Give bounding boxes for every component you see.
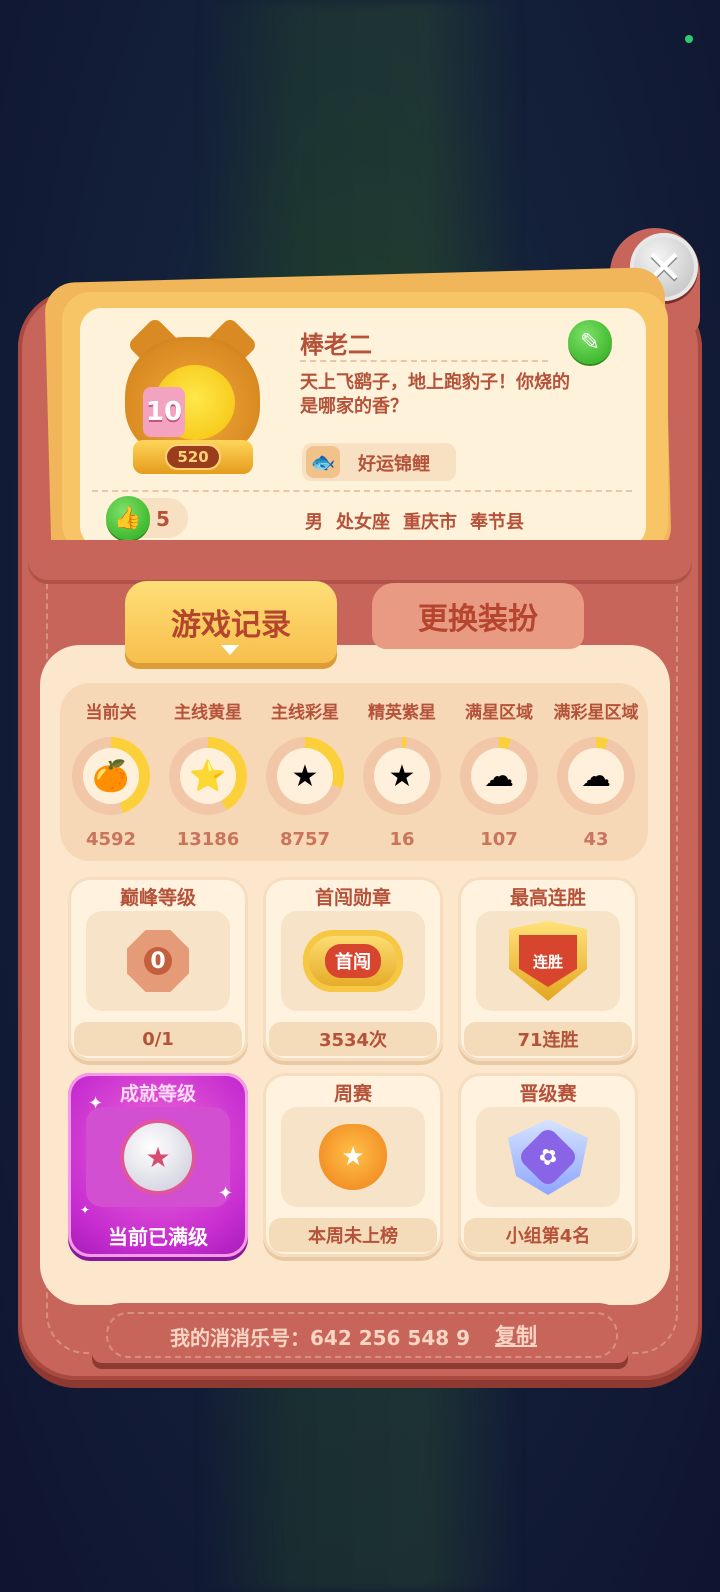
title-badge[interactable]: 🐟 好运锦鲤 [302, 443, 456, 481]
sparkle-icon: ✦ [218, 1183, 234, 1204]
purple-star-icon: ★ [374, 748, 430, 804]
pencil-icon: ✎ [579, 328, 601, 356]
achievement-title: 巅峰等级 [119, 887, 196, 909]
achievement-title: 晋级赛 [519, 1083, 577, 1105]
rainbow-star-icon: ★ [277, 748, 333, 804]
stat-item: 当前关 🍊 4592 [63, 698, 159, 850]
achievement-weekly[interactable]: 周赛 ★ 本周未上榜 [263, 1073, 443, 1257]
stat-value: 8757 [279, 829, 331, 850]
achievement-value: 0/1 [74, 1022, 242, 1056]
title-badge-label: 好运锦鲤 [358, 454, 430, 475]
gender: 男 [305, 512, 323, 533]
stat-label: 满星区域 [465, 703, 533, 723]
achievement-peak-level[interactable]: 巅峰等级 0 0/1 [68, 877, 248, 1061]
achievement-medal-icon: ★ [124, 1123, 192, 1191]
peak-level-number: 0 [144, 947, 172, 975]
pocket-edge [28, 540, 692, 580]
yellow-star-icon: ⭐ [180, 748, 236, 804]
achievement-value: 本周未上榜 [269, 1218, 437, 1252]
achievement-value: 当前已满级 [108, 1224, 208, 1249]
tab-change-outfit-label: 更换装扮 [418, 602, 538, 637]
avatar[interactable]: 10 520 [125, 316, 260, 475]
tab-game-record[interactable]: 游戏记录 [125, 581, 337, 663]
stat-label: 当前关 [85, 703, 137, 723]
stat-item: 精英紫星 ★ 16 [354, 698, 450, 850]
achievement-icon-box: ✿ [476, 1107, 620, 1207]
stat-value: 107 [480, 829, 518, 850]
nickname: 棒老二 [300, 331, 372, 359]
avatar-frame-badge: 520 [165, 444, 221, 470]
like-count: 5 [156, 507, 170, 531]
stat-value: 13186 [176, 829, 240, 850]
stat-progress-ring: ★ [363, 737, 441, 815]
sparkle-icon: ✦ [80, 1203, 91, 1217]
tab-arrow-icon [221, 645, 239, 655]
avatar-cake: 10 [143, 387, 185, 437]
win-streak-shield-icon: 连胜 [509, 921, 587, 1001]
achievement-value: 71连胜 [464, 1022, 632, 1056]
achievement-level[interactable]: 成就等级 ★ ✦ ✦ ✦ 当前已满级 [68, 1073, 248, 1257]
stat-progress-ring: ☁ [557, 737, 635, 815]
stat-value: 4592 [85, 829, 137, 850]
stat-value: 16 [389, 829, 415, 850]
achievement-icon-box: ★ [281, 1107, 425, 1207]
stat-item: 满彩星区域 ☁ 43 [548, 698, 644, 850]
county: 奉节县 [470, 512, 524, 533]
signature: 天上飞鹞子，地上跑豹子！你烧的是哪家的香？ [300, 372, 570, 417]
city: 重庆市 [403, 512, 457, 533]
achievement-title: 首闯勋章 [314, 887, 391, 909]
tab-game-record-label: 游戏记录 [171, 608, 291, 643]
nickname-divider [300, 360, 548, 362]
achievement-icon-box: 首闯 [281, 911, 425, 1011]
stat-progress-ring: ★ [266, 737, 344, 815]
achievement-icon-box: 0 [86, 911, 230, 1011]
sparkle-icon: ✦ [88, 1093, 104, 1114]
achievement-title: 最高连胜 [509, 887, 586, 909]
card-divider [92, 490, 632, 492]
cloud-rainbow-icon: ☁ [568, 748, 624, 804]
weekly-cat-badge-icon: ★ [319, 1124, 387, 1190]
win-streak-shield-text: 连胜 [519, 935, 577, 987]
edit-profile-button[interactable]: ✎ [568, 320, 612, 364]
koi-fish-icon: 🐟 [306, 446, 340, 478]
stat-progress-ring: 🍊 [72, 737, 150, 815]
like-button[interactable]: 👍 [106, 496, 150, 540]
stat-item: 满星区域 ☁ 107 [451, 698, 547, 850]
stat-label: 主线彩星 [271, 703, 339, 723]
achievement-icon-box: 连胜 [476, 911, 620, 1011]
achievement-win-streak[interactable]: 最高连胜 连胜 71连胜 [458, 877, 638, 1061]
fruit-icon: 🍊 [83, 748, 139, 804]
stat-item: 主线黄星 ⭐ 13186 [160, 698, 256, 850]
copy-id-link[interactable]: 复制 [495, 1320, 537, 1350]
player-id: 我的消消乐号：642 256 548 9 [170, 1326, 471, 1350]
achievement-first-clear[interactable]: 首闯勋章 首闯 3534次 [263, 877, 443, 1061]
cloud-star-icon: ☁ [471, 748, 527, 804]
stat-progress-ring: ☁ [460, 737, 538, 815]
profile-info: 男处女座 重庆市 奉节县 [305, 508, 537, 534]
achievement-icon-box: ★ [86, 1107, 230, 1207]
peak-level-icon: 0 [127, 930, 189, 992]
achievement-value: 3534次 [269, 1022, 437, 1056]
first-clear-medal-icon: 首闯 [303, 930, 403, 992]
achievement-value: 小组第4名 [464, 1218, 632, 1252]
stat-item: 主线彩星 ★ 8757 [257, 698, 353, 850]
stat-progress-ring: ⭐ [169, 737, 247, 815]
status-indicator-dot [685, 35, 693, 43]
stat-label: 精英紫星 [368, 703, 436, 723]
avatar-frame-banner: 520 [133, 440, 253, 474]
achievement-title: 周赛 [333, 1083, 372, 1105]
stat-label: 主线黄星 [174, 703, 242, 723]
thumbs-up-icon: 👍 [114, 505, 142, 531]
stat-value: 43 [583, 829, 609, 850]
promotion-shield-icon: ✿ [508, 1119, 588, 1195]
tab-change-outfit[interactable]: 更换装扮 [372, 583, 584, 649]
first-clear-medal-text: 首闯 [325, 944, 381, 978]
zodiac: 处女座 [336, 512, 390, 533]
stat-label: 满彩星区域 [553, 703, 639, 723]
achievement-promotion[interactable]: 晋级赛 ✿ 小组第4名 [458, 1073, 638, 1257]
promotion-shield-emblem: ✿ [516, 1125, 580, 1189]
